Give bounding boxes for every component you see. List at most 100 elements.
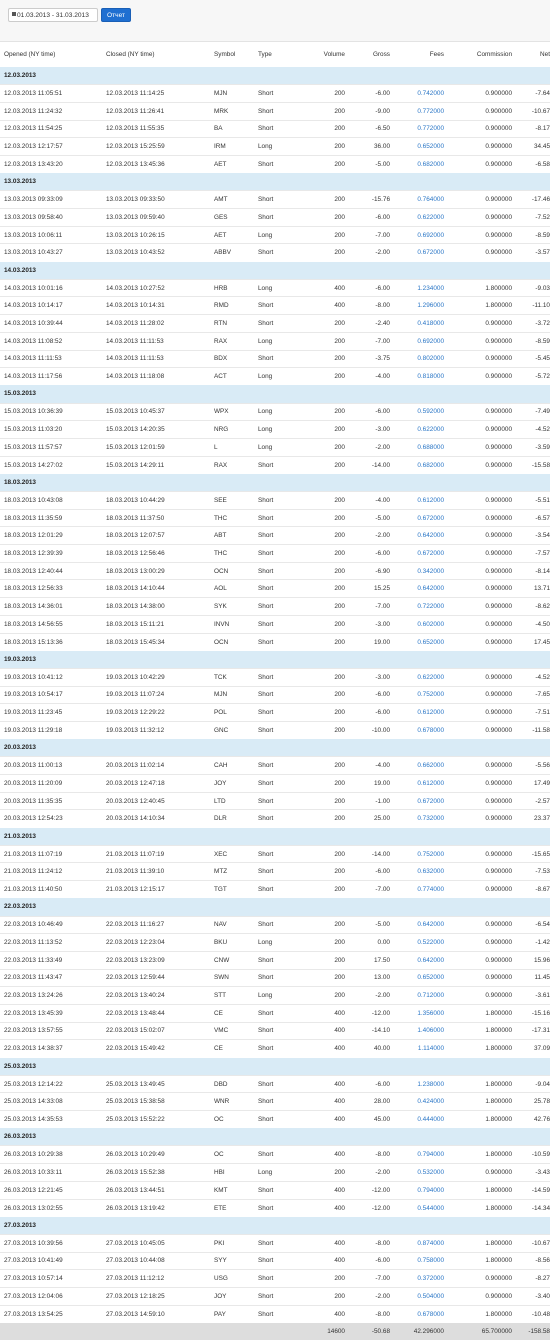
col-closed[interactable]: Closed (NY time) — [106, 42, 214, 67]
cell-net: -2.57 — [535, 797, 550, 805]
cell-symbol: OCN — [214, 567, 229, 575]
table-row[interactable]: 13.03.2013 09:58:40 13.03.2013 09:59:40 GE… — [0, 208, 550, 227]
table-row[interactable]: 22.03.2013 10:46:49 22.03.2013 11:16:27 NA… — [0, 916, 550, 934]
col-volume[interactable]: Volume — [300, 42, 345, 67]
table-row[interactable]: 20.03.2013 11:35:35 20.03.2013 12:40:45 LT… — [0, 792, 550, 810]
cell-symbol: XEC — [214, 850, 228, 858]
report-button[interactable]: Отчет — [101, 8, 132, 22]
cell-type: Short — [258, 1292, 274, 1300]
table-row[interactable]: 18.03.2013 10:43:08 18.03.2013 10:44:29 SE… — [0, 491, 550, 510]
table-row[interactable]: 22.03.2013 13:45:39 22.03.2013 13:48:44 CE… — [0, 1004, 550, 1022]
table-row[interactable]: 18.03.2013 14:56:55 18.03.2013 15:11:21 IN… — [0, 615, 550, 633]
cell-closed: 14.03.2013 11:28:02 — [106, 319, 165, 327]
table-row[interactable]: 19.03.2013 11:23:45 19.03.2013 12:29:22 PO… — [0, 703, 550, 722]
cell-net: -3.43 — [535, 1168, 550, 1176]
table-row[interactable]: 14.03.2013 11:17:56 14.03.2013 11:18:08 AC… — [0, 367, 550, 386]
table-row[interactable]: 18.03.2013 14:36:01 18.03.2013 14:38:00 SY… — [0, 597, 550, 616]
cell-opened: 26.03.2013 10:33:11 — [4, 1168, 63, 1176]
total-net: -158.58 — [528, 1327, 550, 1335]
table-row[interactable]: 21.03.2013 11:07:19 21.03.2013 11:07:19 XE… — [0, 845, 550, 863]
table-row[interactable]: 22.03.2013 14:38:37 22.03.2013 15:49:42 CE… — [0, 1039, 550, 1058]
table-row[interactable]: 12.03.2013 11:24:32 12.03.2013 11:26:41 MR… — [0, 102, 550, 120]
table-row[interactable]: 19.03.2013 11:29:18 19.03.2013 11:32:12 GN… — [0, 721, 550, 739]
table-row[interactable]: 27.03.2013 10:41:49 27.03.2013 10:44:08 SY… — [0, 1252, 550, 1270]
table-row[interactable]: 26.03.2013 12:21:45 26.03.2013 13:44:51 KM… — [0, 1181, 550, 1199]
cell-gross: -6.00 — [375, 90, 390, 98]
col-type[interactable]: Type — [258, 42, 300, 67]
table-row[interactable]: 15.03.2013 10:36:39 15.03.2013 10:45:37 WP… — [0, 403, 550, 421]
cell-closed: 15.03.2013 12:01:59 — [106, 443, 165, 451]
col-symbol[interactable]: Symbol — [214, 42, 258, 67]
table-row[interactable]: 15.03.2013 11:57:57 15.03.2013 12:01:59 L L… — [0, 438, 550, 456]
table-row[interactable]: 12.03.2013 12:17:57 12.03.2013 15:25:59 IR… — [0, 137, 550, 156]
table-row[interactable]: 21.03.2013 11:40:50 21.03.2013 12:15:17 TG… — [0, 880, 550, 899]
cell-closed: 27.03.2013 14:59:10 — [106, 1310, 165, 1318]
table-row[interactable]: 26.03.2013 13:02:55 26.03.2013 13:19:42 ET… — [0, 1199, 550, 1217]
group-date: 21.03.2013 — [4, 832, 36, 840]
cell-gross: -2.00 — [375, 443, 390, 451]
table-row[interactable]: 14.03.2013 11:08:52 14.03.2013 11:11:53 RA… — [0, 332, 550, 350]
cell-gross: 19.00 — [374, 779, 390, 787]
table-row[interactable]: 18.03.2013 12:01:29 18.03.2013 12:07:57 AB… — [0, 526, 550, 545]
table-row[interactable]: 12.03.2013 11:05:51 12.03.2013 11:14:25 MJ… — [0, 84, 550, 103]
date-range-input[interactable]: 01.03.2013 - 31.03.2013 — [8, 8, 98, 22]
cell-closed: 14.03.2013 11:11:53 — [106, 355, 164, 363]
table-row[interactable]: 15.03.2013 11:03:20 15.03.2013 14:20:35 NR… — [0, 420, 550, 439]
table-row[interactable]: 26.03.2013 10:33:11 26.03.2013 15:52:38 HB… — [0, 1163, 550, 1182]
table-row[interactable]: 21.03.2013 11:24:12 21.03.2013 11:39:10 MT… — [0, 862, 550, 881]
table-row[interactable]: 14.03.2013 10:39:44 14.03.2013 11:28:02 RT… — [0, 314, 550, 333]
cell-type: Long — [258, 373, 273, 381]
table-row[interactable]: 18.03.2013 12:56:33 18.03.2013 14:10:44 AO… — [0, 579, 550, 598]
col-gross[interactable]: Gross — [345, 42, 390, 67]
table-row[interactable]: 25.03.2013 12:14:22 25.03.2013 13:49:45 DB… — [0, 1075, 550, 1093]
table-row[interactable]: 18.03.2013 12:40:44 18.03.2013 13:00:29 OC… — [0, 562, 550, 580]
table-row[interactable]: 18.03.2013 15:13:36 18.03.2013 15:45:34 OC… — [0, 633, 550, 651]
table-row[interactable]: 22.03.2013 13:24:26 22.03.2013 13:40:24 ST… — [0, 986, 550, 1005]
col-fees[interactable]: Fees — [390, 42, 444, 67]
table-row[interactable]: 22.03.2013 11:13:52 22.03.2013 12:23:04 BK… — [0, 933, 550, 952]
cell-commission: 0.900000 — [485, 249, 512, 257]
table-row[interactable]: 26.03.2013 10:29:38 26.03.2013 10:29:49 OC… — [0, 1145, 550, 1164]
table-row[interactable]: 14.03.2013 10:14:17 14.03.2013 10:14:31 RM… — [0, 296, 550, 315]
cell-gross: -6.00 — [375, 213, 390, 221]
table-row[interactable]: 22.03.2013 11:43:47 22.03.2013 12:59:44 SW… — [0, 969, 550, 987]
table-row[interactable]: 14.03.2013 11:11:53 14.03.2013 11:11:53 BD… — [0, 350, 550, 368]
cell-opened: 12.03.2013 12:17:57 — [4, 143, 63, 151]
table-row[interactable]: 12.03.2013 13:43:20 12.03.2013 13:45:36 AE… — [0, 155, 550, 173]
cell-opened: 18.03.2013 12:56:33 — [4, 585, 63, 593]
table-row[interactable]: 13.03.2013 09:33:09 13.03.2013 09:33:50 AM… — [0, 190, 550, 209]
cell-gross: 36.00 — [374, 143, 390, 151]
cell-type: Short — [258, 532, 274, 540]
col-commission[interactable]: Commission — [444, 42, 512, 67]
col-net[interactable]: Net — [512, 42, 550, 67]
table-row[interactable]: 27.03.2013 12:04:06 27.03.2013 12:18:25 JO… — [0, 1287, 550, 1305]
table-row[interactable]: 15.03.2013 14:27:02 15.03.2013 14:29:11 RA… — [0, 456, 550, 474]
table-row[interactable]: 20.03.2013 11:00:13 20.03.2013 11:02:14 CA… — [0, 756, 550, 775]
table-row[interactable]: 13.03.2013 10:06:11 13.03.2013 10:26:15 AE… — [0, 226, 550, 244]
table-row[interactable]: 27.03.2013 10:57:14 27.03.2013 11:12:12 US… — [0, 1269, 550, 1288]
table-row[interactable]: 19.03.2013 10:41:12 19.03.2013 10:42:29 TC… — [0, 668, 550, 686]
table-row[interactable]: 22.03.2013 13:57:55 22.03.2013 15:02:07 VM… — [0, 1022, 550, 1040]
cell-fees: 0.682000 — [417, 161, 444, 169]
col-opened[interactable]: Opened (NY time) — [0, 42, 106, 67]
cell-closed: 14.03.2013 10:27:52 — [106, 284, 165, 292]
table-row[interactable]: 12.03.2013 11:54:25 12.03.2013 11:55:35 BA… — [0, 120, 550, 138]
table-row[interactable]: 25.03.2013 14:35:53 25.03.2013 15:52:22 OC… — [0, 1110, 550, 1129]
table-row[interactable]: 22.03.2013 11:33:49 22.03.2013 13:23:09 CN… — [0, 951, 550, 969]
table-row[interactable]: 18.03.2013 12:39:39 18.03.2013 12:56:46 TH… — [0, 544, 550, 563]
table-row[interactable]: 19.03.2013 10:54:17 19.03.2013 11:07:24 MJ… — [0, 686, 550, 704]
table-row[interactable]: 27.03.2013 13:54:25 27.03.2013 14:59:10 PA… — [0, 1305, 550, 1323]
cell-gross: -4.00 — [375, 762, 390, 770]
table-row[interactable]: 25.03.2013 14:33:08 25.03.2013 15:38:58 WN… — [0, 1092, 550, 1111]
table-row[interactable]: 27.03.2013 10:39:56 27.03.2013 10:45:05 PK… — [0, 1234, 550, 1252]
cell-commission: 0.900000 — [485, 620, 512, 628]
cell-volume: 400 — [334, 1098, 345, 1106]
cell-fees: 0.612000 — [417, 709, 444, 717]
table-row[interactable]: 13.03.2013 10:43:27 13.03.2013 10:43:52 AB… — [0, 243, 550, 262]
table-row[interactable]: 20.03.2013 11:20:09 20.03.2013 12:47:18 JO… — [0, 774, 550, 793]
table-row[interactable]: 18.03.2013 11:35:59 18.03.2013 11:37:50 TH… — [0, 509, 550, 527]
table-row[interactable]: 14.03.2013 10:01:16 14.03.2013 10:27:52 HR… — [0, 279, 550, 297]
cell-volume: 200 — [334, 992, 345, 1000]
table-row[interactable]: 20.03.2013 12:54:23 20.03.2013 14:10:34 DL… — [0, 809, 550, 828]
table-header: Opened (NY time) Closed (NY time) Symbol… — [0, 42, 550, 67]
